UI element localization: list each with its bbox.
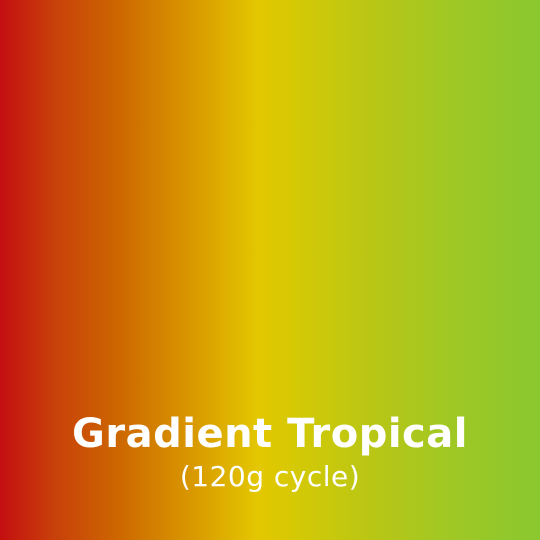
swatch-caption: Gradient Tropical (120g cycle): [0, 408, 540, 494]
swatch-subtitle: (120g cycle): [179, 460, 361, 493]
swatch-title: Gradient Tropical: [72, 411, 468, 457]
gradient-swatch: Gradient Tropical (120g cycle): [0, 0, 540, 540]
